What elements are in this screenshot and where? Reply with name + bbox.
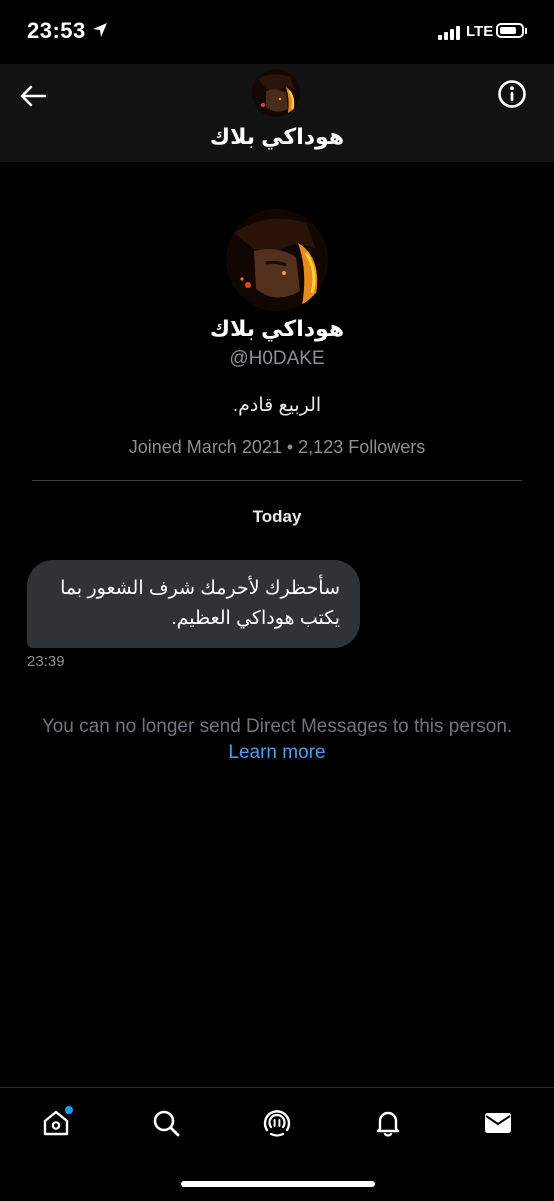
tab-notifications[interactable] bbox=[371, 1106, 405, 1140]
header-title: هوداكي بلاك bbox=[209, 124, 345, 149]
header-avatar[interactable] bbox=[252, 69, 300, 117]
signal-strength-icon bbox=[438, 24, 460, 40]
blocked-notice-text: You can no longer send Direct Messages t… bbox=[41, 716, 513, 737]
search-icon bbox=[153, 1110, 180, 1137]
conversation-header: هوداكي بلاك bbox=[0, 64, 554, 162]
network-label: LTE bbox=[466, 23, 494, 40]
tab-spaces[interactable] bbox=[260, 1106, 294, 1140]
learn-more-link[interactable]: Learn more bbox=[0, 740, 554, 766]
battery-level bbox=[500, 27, 516, 34]
spaces-icon bbox=[263, 1110, 291, 1137]
profile-bio: الربيع قادم. bbox=[232, 395, 322, 416]
tab-messages[interactable] bbox=[481, 1106, 515, 1140]
profile-avatar[interactable] bbox=[226, 209, 328, 311]
status-bar: 23:53 LTE bbox=[0, 0, 554, 64]
status-time: 23:53 bbox=[27, 18, 86, 43]
mail-icon bbox=[485, 1113, 511, 1133]
message-bubble[interactable]: سأحظرك لأحرمك شرف الشعور بما يكتب هوداكي… bbox=[27, 560, 360, 648]
profile-handle: @H0DAKE bbox=[229, 348, 325, 369]
info-button[interactable] bbox=[496, 78, 528, 110]
blocked-notice: You can no longer send Direct Messages t… bbox=[0, 714, 554, 766]
home-indicator bbox=[181, 1181, 375, 1187]
profile-meta: Joined March 2021 • 2,123 Followers bbox=[128, 437, 426, 457]
location-arrow-icon bbox=[92, 22, 108, 43]
back-button[interactable] bbox=[17, 80, 49, 112]
bell-icon bbox=[376, 1111, 400, 1137]
divider bbox=[32, 480, 522, 481]
message-timestamp: 23:39 bbox=[27, 653, 65, 670]
day-separator: Today bbox=[252, 507, 302, 526]
battery-icon bbox=[496, 23, 527, 38]
arrow-left-icon bbox=[20, 85, 47, 107]
notification-dot bbox=[65, 1106, 73, 1114]
tab-home[interactable] bbox=[39, 1106, 73, 1140]
tab-search[interactable] bbox=[149, 1106, 183, 1140]
profile-name: هوداكي بلاك bbox=[209, 316, 345, 341]
info-icon bbox=[498, 80, 526, 108]
